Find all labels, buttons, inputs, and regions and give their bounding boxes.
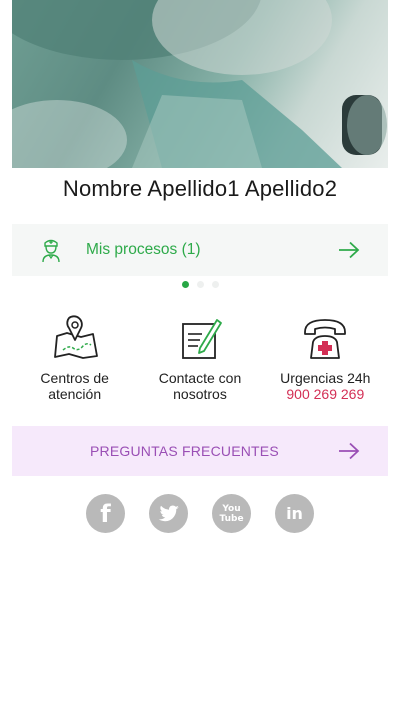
faq-button[interactable]: PREGUNTAS FRECUENTES: [12, 426, 388, 476]
map-location-icon: [53, 315, 98, 359]
user-name: Nombre Apellido1 Apellido2: [62, 176, 338, 201]
arrow-right-icon: [339, 241, 360, 259]
contact-us-title-line1: Contacte con: [158, 370, 242, 386]
edit-note-icon: [182, 319, 222, 359]
carousel-dot-2[interactable]: [196, 281, 204, 288]
my-processes-label: Mis procesos (1): [86, 241, 201, 258]
carousel-dot-3[interactable]: [211, 281, 219, 288]
carousel-indicator: [0, 281, 400, 288]
contact-us-button[interactable]: Contacte con nosotros: [137, 314, 262, 414]
twitter-icon: [158, 505, 179, 521]
emergency-phone-number[interactable]: 900 269 269: [286, 386, 364, 402]
facebook-icon: f: [100, 499, 111, 528]
arrow-right-icon: [339, 442, 360, 460]
care-centers-title-line1: Centros de: [40, 370, 109, 386]
linkedin-icon: in: [286, 504, 303, 523]
social-links: f You Tube in: [0, 494, 400, 533]
twitter-button[interactable]: [149, 494, 188, 533]
facebook-button[interactable]: f: [86, 494, 125, 533]
contact-us-title-line2: nosotros: [173, 386, 227, 402]
care-centers-title-line2: atención: [48, 386, 102, 402]
quick-actions: Centros de atención Contacte con nosotro…: [12, 314, 388, 414]
linkedin-button[interactable]: in: [275, 494, 314, 533]
emergencies-title: Urgencias 24h: [280, 370, 371, 386]
youtube-icon-tube: Tube: [219, 513, 244, 524]
my-processes-button[interactable]: Mis procesos (1): [12, 224, 388, 276]
hero-image: [12, 0, 388, 168]
care-centers-button[interactable]: Centros de atención: [12, 314, 137, 414]
youtube-icon: You: [222, 503, 241, 514]
youtube-button[interactable]: You Tube: [212, 494, 251, 533]
nurse-icon: [42, 239, 60, 263]
emergencies-button[interactable]: Urgencias 24h 900 269 269: [263, 314, 388, 414]
faq-label: PREGUNTAS FRECUENTES: [90, 443, 279, 459]
carousel-dot-1[interactable]: [181, 281, 189, 288]
emergency-phone-icon: [304, 319, 347, 359]
